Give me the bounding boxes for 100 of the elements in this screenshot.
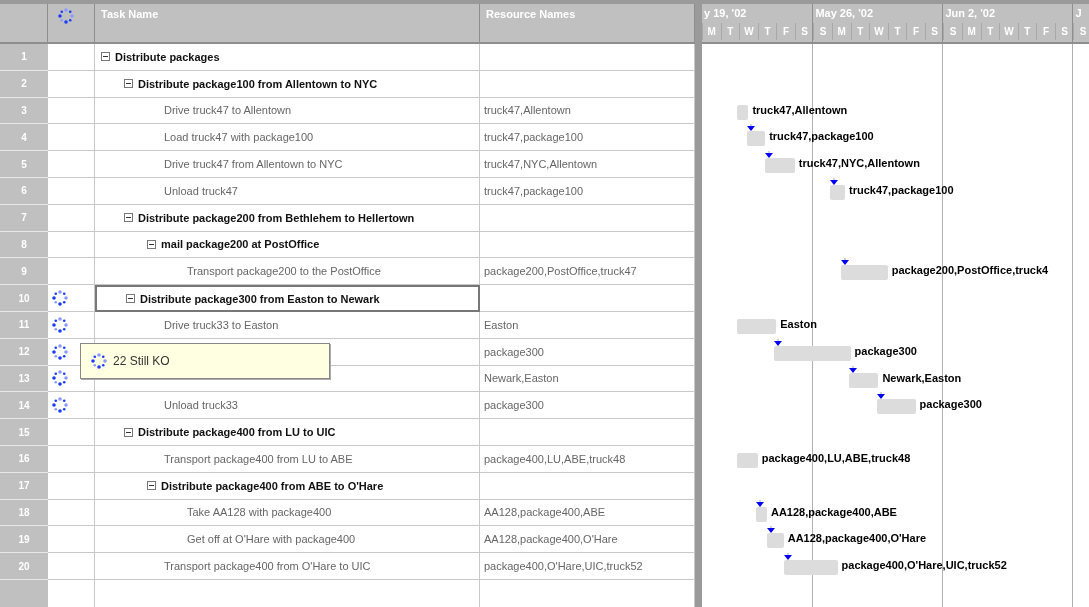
- task-name: Distribute package400 from ABE to O'Hare: [161, 479, 384, 492]
- resource-cell[interactable]: [480, 419, 695, 446]
- task-name: Distribute package200 from Bethlehem to Hellertown: [138, 211, 415, 224]
- task-name-cell[interactable]: Drive truck47 to Allentown: [95, 97, 480, 125]
- week-label: J: [1074, 6, 1083, 21]
- task-name: Distribute package100 from Allentown to NYC: [138, 77, 378, 90]
- day-label: T: [887, 23, 907, 40]
- task-name: mail package200 at PostOffice: [161, 238, 320, 251]
- task-bar[interactable]: [841, 265, 888, 281]
- task-name-cell[interactable]: Distribute package400 from LU to UIC: [95, 419, 480, 446]
- bar-label: truck47,NYC,Allentown: [798, 157, 920, 170]
- collapse-icon[interactable]: [124, 79, 133, 89]
- task-bar[interactable]: [876, 399, 916, 415]
- bar-label: package200,PostOffice,truck4: [891, 264, 1049, 277]
- task-bar[interactable]: [830, 185, 845, 200]
- task-bar[interactable]: [737, 104, 749, 120]
- day-label: S: [813, 23, 832, 40]
- task-name-cell[interactable]: Distribute package300 from Easton to Newark: [95, 285, 480, 312]
- task-bar[interactable]: [848, 372, 879, 388]
- task-bar[interactable]: [755, 506, 767, 522]
- day-label: T: [1017, 23, 1037, 40]
- bar-label: package400,O'Hare,UIC,truck52: [841, 559, 1007, 572]
- task-name-cell[interactable]: Drive truck33 to Easton: [95, 311, 480, 339]
- task-name: Load truck47 with package100: [164, 131, 314, 144]
- week-label: Jun 2, '02: [944, 6, 997, 21]
- task-name: Distribute package300 from Easton to Newark: [140, 292, 380, 305]
- task-name: Distribute packages: [115, 50, 220, 63]
- bar-label: truck47,package100: [769, 130, 874, 143]
- day-label: T: [757, 23, 777, 40]
- task-bar[interactable]: [783, 560, 838, 576]
- indicator-header[interactable]: [48, 4, 95, 44]
- task-name: Unload truck47: [164, 184, 238, 197]
- day-label: W: [869, 23, 888, 40]
- collapse-icon[interactable]: [101, 52, 110, 62]
- day-label: S: [1054, 23, 1074, 40]
- day-label: S: [1073, 23, 1089, 40]
- task-name: Drive truck47 to Allentown: [164, 104, 292, 117]
- task-name: Transport package400 from LU to ABE: [164, 452, 353, 465]
- resource-cell[interactable]: [480, 285, 695, 312]
- bar-label: package300: [919, 398, 982, 411]
- day-label: W: [739, 23, 758, 40]
- day-label: T: [720, 23, 740, 40]
- bar-label: package400,LU,ABE,truck48: [761, 451, 911, 464]
- day-label: M: [702, 23, 721, 40]
- task-name: Transport package400 from O'Hare to UIC: [164, 560, 371, 573]
- bar-label: truck47,package100: [849, 184, 954, 196]
- dotted-circle-icon: [52, 397, 68, 414]
- task-name-cell[interactable]: Unload truck33: [95, 392, 480, 420]
- task-name-cell[interactable]: Load truck47 with package100: [95, 124, 480, 152]
- task-name: Drive truck33 to Easton: [164, 318, 279, 331]
- week-label: May 26, '02: [814, 6, 875, 21]
- resource-cell[interactable]: [480, 44, 695, 71]
- collapse-icon[interactable]: [126, 294, 135, 304]
- bar-label: Easton: [780, 317, 817, 330]
- task-name-cell[interactable]: Transport package400 from LU to ABE: [95, 445, 480, 473]
- task-name-cell[interactable]: mail package200 at PostOffice: [95, 231, 480, 259]
- day-label: T: [850, 23, 870, 40]
- week-label: y 19, '02: [703, 6, 748, 21]
- task-name: Distribute package400 from LU to UIC: [138, 426, 336, 439]
- day-label: T: [980, 23, 1000, 40]
- day-label: F: [1036, 23, 1055, 40]
- task-name-cell[interactable]: Transport package200 to the PostOffice: [95, 258, 480, 286]
- task-name: Drive truck47 from Allentown to NYC: [164, 158, 343, 171]
- collapse-icon[interactable]: [147, 239, 156, 249]
- task-name: Transport package200 to the PostOffice: [187, 265, 381, 278]
- task-name-cell[interactable]: Distribute packages: [95, 44, 480, 71]
- task-name-cell[interactable]: Distribute package100 from Allentown to NYC: [95, 70, 480, 98]
- dotted-circle-icon: [52, 316, 68, 333]
- task-name-cell[interactable]: Transport package400 from O'Hare to UIC: [95, 553, 480, 580]
- task-name-cell[interactable]: Get off at O'Hare with package400: [95, 526, 480, 554]
- task-bar[interactable]: [765, 158, 795, 174]
- resource-cell[interactable]: package400,O'Hare,UIC,truck52: [480, 553, 695, 580]
- task-name-cell[interactable]: Take AA128 with package400: [95, 499, 480, 527]
- collapse-icon[interactable]: [124, 427, 133, 437]
- task-name: Take AA128 with package400: [187, 506, 332, 519]
- task-name-cell[interactable]: Drive truck47 from Allentown to NYC: [95, 151, 480, 178]
- dotted-circle-icon: [58, 8, 74, 24]
- collapse-icon[interactable]: [124, 213, 133, 223]
- bar-label: AA128,package400,ABE: [771, 505, 897, 518]
- task-bar[interactable]: [746, 131, 766, 147]
- tooltip-text: 22 Still KO: [113, 353, 170, 368]
- task-bar[interactable]: [737, 318, 777, 334]
- splitter[interactable]: [695, 4, 702, 607]
- resource-cell[interactable]: truck47,NYC,Allentown: [480, 151, 695, 178]
- bar-label: Newark,Easton: [882, 371, 962, 384]
- task-bar[interactable]: [767, 533, 784, 549]
- day-label: M: [831, 23, 851, 40]
- task-name-cell[interactable]: Distribute package400 from ABE to O'Hare: [95, 472, 480, 500]
- task-name-cell[interactable]: Unload truck47: [95, 178, 480, 205]
- day-label: F: [776, 23, 795, 40]
- day-label: S: [943, 23, 962, 40]
- task-bar[interactable]: [774, 345, 851, 361]
- task-bar[interactable]: [737, 452, 758, 468]
- day-label: F: [906, 23, 925, 40]
- corner-header[interactable]: [0, 4, 48, 44]
- task-name-cell[interactable]: Distribute package200 from Bethlehem to Hellertown: [95, 204, 480, 232]
- day-label: W: [999, 23, 1018, 40]
- collapse-icon[interactable]: [147, 481, 156, 491]
- dotted-circle-icon: [52, 290, 68, 307]
- bar-label: AA128,package400,O'Hare: [787, 532, 927, 545]
